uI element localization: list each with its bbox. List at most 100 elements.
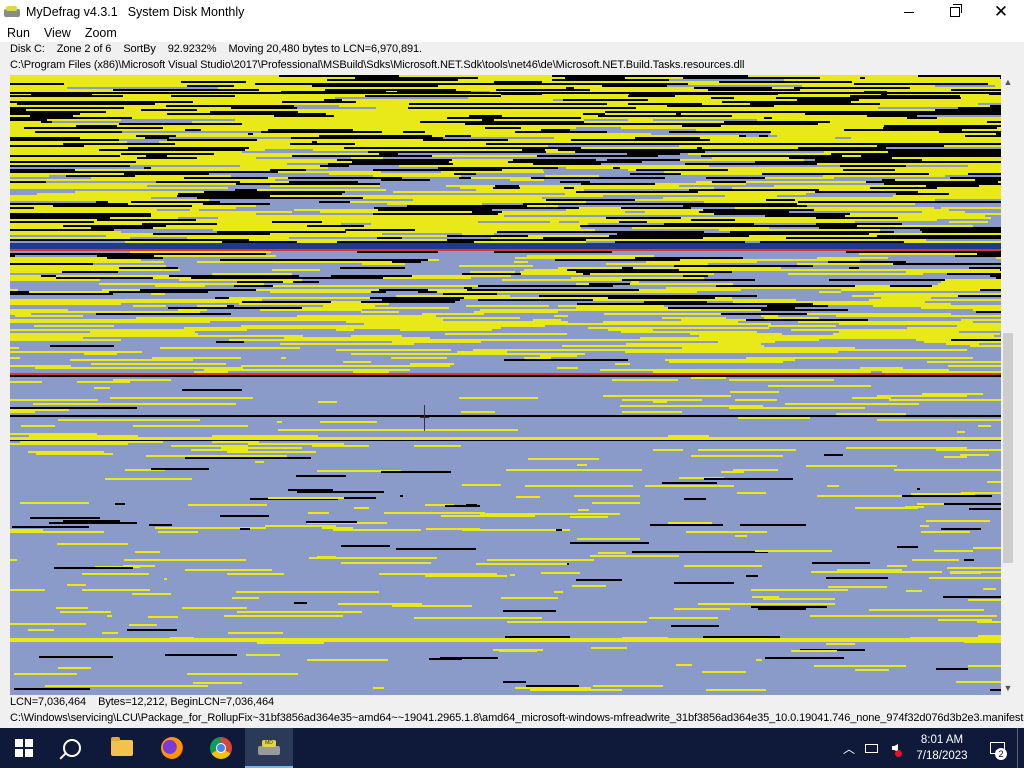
disk-cluster-block [764,117,772,119]
scroll-down-icon[interactable]: ▼ [1003,683,1013,693]
disk-cluster-block [533,195,603,197]
disk-cluster-block [128,103,155,105]
menu-run[interactable]: Run [0,26,37,40]
disk-cluster-block [350,81,494,83]
disk-cluster-block [466,149,522,151]
disk-cluster-block [366,371,389,373]
disk-cluster-block [574,495,640,497]
search-button[interactable] [48,728,96,768]
disk-cluster-block [433,191,576,193]
disk-cluster-block [485,127,521,129]
disk-cluster-block [39,656,113,658]
chrome-button[interactable] [197,728,245,768]
disk-cluster-block [99,283,211,285]
disk-cluster-block [270,233,296,235]
disk-cluster-block [478,299,593,301]
disk-cluster-block [445,505,480,507]
disk-cluster-block [752,155,842,157]
disk-cluster-block [407,329,492,331]
disk-cluster-block [182,389,242,391]
disk-cluster-block [452,159,473,161]
disk-cluster-block [757,111,770,113]
disk-cluster-block [10,159,101,161]
show-hidden-icons-chevron-icon[interactable]: ︿ [839,740,859,757]
disk-cluster-block [789,349,872,351]
disk-map[interactable] [10,75,1001,695]
show-desktop-button[interactable] [1017,728,1024,768]
disk-cluster-block [770,133,800,135]
disk-cluster-block [373,213,498,215]
disk-cluster-block [471,135,479,137]
disk-cluster-block [423,337,430,339]
disk-cluster-block [733,301,806,303]
disk-cluster-block [392,605,472,607]
disk-cluster-block [794,371,871,373]
disk-cluster-block [10,529,43,531]
disk-cluster-block [414,85,438,87]
scroll-thumb[interactable] [1003,333,1013,563]
scroll-up-icon[interactable]: ▲ [1003,77,1013,87]
disk-cluster-block [12,526,89,528]
disk-cluster-block [316,319,426,321]
menu-view[interactable]: View [37,26,78,40]
disk-cluster-block [29,435,138,437]
disk-cluster-block [465,105,603,107]
disk-cluster-block [691,455,783,457]
minimize-icon [904,11,914,13]
disk-cluster-block [229,297,370,299]
volume-muted-icon[interactable] [883,728,907,768]
disk-cluster-block [758,127,803,129]
firefox-button[interactable] [148,728,196,768]
disk-cluster-block [681,303,813,305]
disk-cluster-block [124,173,209,175]
disk-cluster-block [628,119,653,121]
disk-cluster-block [524,357,551,359]
disk-cluster-block [819,109,825,111]
disk-cluster-block [922,231,1001,233]
disk-cluster-block [515,687,591,689]
file-explorer-button[interactable] [98,728,146,768]
disk-cluster-block [396,207,478,209]
disk-cluster-block [184,177,268,179]
disk-cluster-block [902,495,992,497]
disk-cluster-block [351,335,380,337]
disk-cluster-block [10,89,113,91]
network-icon[interactable] [859,728,883,768]
menu-zoom[interactable]: Zoom [78,26,124,40]
disk-cluster-block [558,101,680,103]
disk-cluster-block [720,159,804,161]
hover-file-path: C:\Windows\servicing\LCU\Package_for_Rol… [10,712,1024,724]
disk-cluster-block [510,179,544,181]
maximize-button[interactable] [932,0,978,24]
disk-cluster-block [801,117,863,119]
disk-cluster-block [131,187,228,189]
disk-cluster-block [730,339,819,341]
close-button[interactable]: ✕ [978,0,1024,24]
disk-cluster-block [337,241,474,243]
disk-cluster-block [189,79,327,81]
hover-info-line: LCN=7,036,464 Bytes=12,212, BeginLCN=7,03… [10,696,274,708]
disk-cluster-block [10,195,33,197]
disk-cluster-block [784,79,857,81]
disk-cluster-block [376,107,388,109]
disk-cluster-block [788,273,889,275]
clock[interactable]: 8:01 AM 7/18/2023 [907,732,977,764]
disk-cluster-block [852,397,891,399]
disk-cluster-block [308,512,329,514]
minimize-button[interactable] [886,0,932,24]
disk-cluster-block [855,669,889,671]
vertical-scrollbar[interactable]: ▲ ▼ [1001,75,1015,695]
disk-cluster-block [75,169,127,171]
action-center-button[interactable]: 2 [977,728,1017,768]
disk-cluster-block [730,391,779,393]
disk-cluster-block [231,107,297,109]
disk-cluster-block [351,157,383,159]
disk-cluster-block [668,522,712,524]
disk-cluster-block [932,285,1001,287]
start-button[interactable] [0,728,48,768]
disk-cluster-block [125,241,222,243]
disk-cluster-block [84,353,117,355]
disk-cluster-block [951,339,1001,341]
mydefrag-taskbar-button[interactable]: MD [245,728,293,768]
disk-cluster-block [552,75,678,77]
